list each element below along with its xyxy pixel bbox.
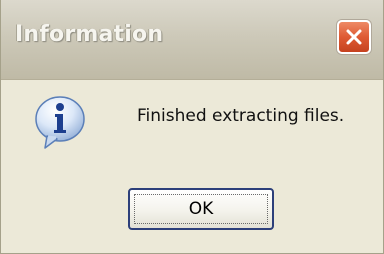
close-icon [346, 29, 362, 45]
title-bar[interactable]: Information [1, 0, 383, 80]
dialog-title: Information [15, 22, 164, 47]
ok-button[interactable]: OK [128, 188, 274, 230]
information-dialog: Information Finished extracting files. O… [0, 0, 384, 254]
ok-button-label: OK [188, 199, 214, 219]
information-icon [35, 96, 85, 149]
close-button[interactable] [337, 20, 371, 54]
message-text: Finished extracting files. [137, 106, 345, 126]
